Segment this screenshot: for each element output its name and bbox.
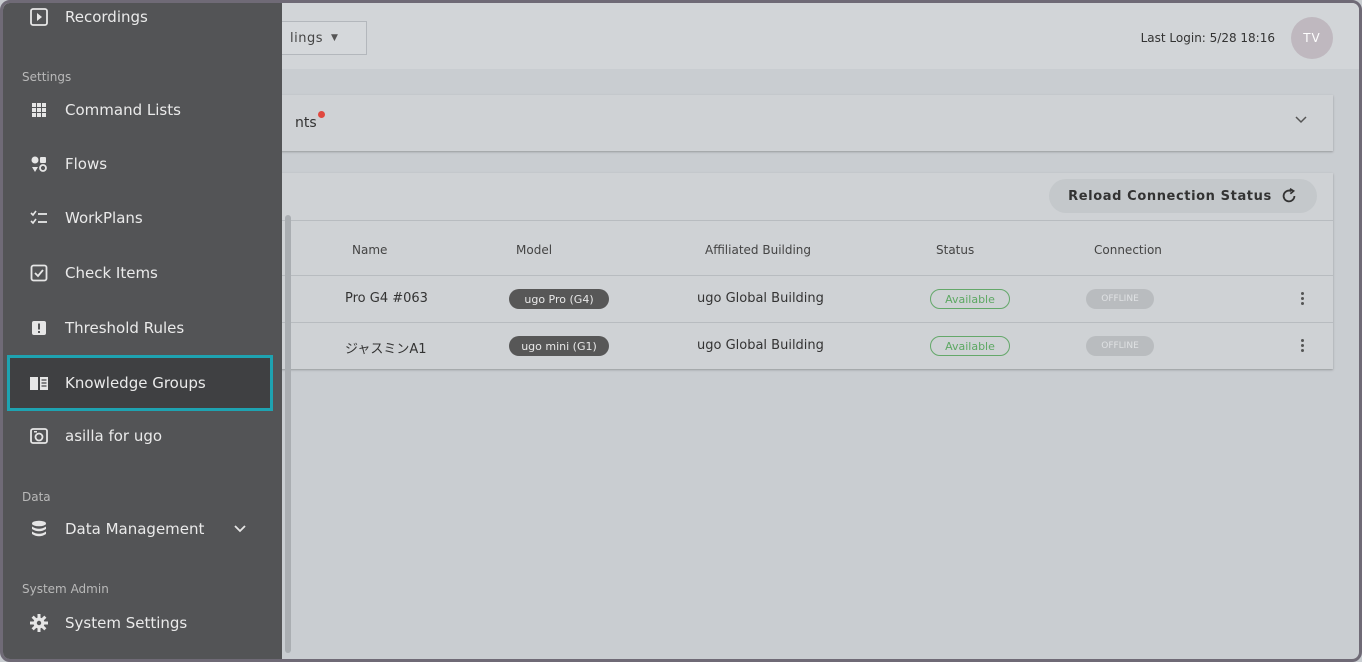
model-badge: ugo Pro (G4): [509, 289, 609, 309]
sidebar-item-flows[interactable]: Flows: [7, 139, 273, 189]
section-settings: Settings: [22, 70, 72, 84]
checkbox-icon: [30, 264, 48, 282]
connection-badge: OFFLINE: [1086, 336, 1154, 356]
book-icon: [30, 377, 48, 390]
sidebar-item-asilla[interactable]: asilla for ugo: [7, 411, 273, 461]
sidebar-item-workplans[interactable]: WorkPlans: [7, 193, 273, 243]
sidebar-item-label: Threshold Rules: [65, 319, 185, 337]
refresh-icon: [1282, 188, 1296, 203]
app-window: lings ▼ Last Login: 5/28 18:16 TV nts Re…: [0, 0, 1362, 662]
gear-icon: [30, 614, 48, 632]
chevron-down-icon[interactable]: [234, 522, 247, 536]
flows-icon: [31, 156, 47, 172]
sidebar-item-label: Data Management: [65, 520, 205, 538]
sidebar-item-threshold-rules[interactable]: Threshold Rules: [7, 303, 273, 353]
building-name: ugo Global Building: [697, 291, 824, 306]
database-icon: [32, 520, 46, 537]
notification-dot: [318, 111, 325, 118]
sidebar-scrollbar[interactable]: [285, 215, 291, 653]
caret-down-icon: ▼: [331, 33, 339, 43]
collapsed-panel[interactable]: nts: [279, 95, 1333, 151]
last-login: Last Login: 5/28 18:16: [1140, 31, 1275, 45]
section-data: Data: [22, 490, 51, 504]
section-system-admin: System Admin: [22, 582, 109, 596]
divider: [279, 275, 1333, 276]
sidebar-item-label: Flows: [65, 155, 108, 173]
sidebar-item-label: WorkPlans: [65, 209, 143, 227]
building-name: ugo Global Building: [697, 338, 824, 353]
sidebar-item-data-management[interactable]: Data Management: [7, 504, 273, 554]
connection-badge: OFFLINE: [1086, 289, 1154, 309]
sidebar-item-command-lists[interactable]: Command Lists: [7, 85, 273, 135]
sidebar-item-check-items[interactable]: Check Items: [7, 248, 273, 298]
sidebar-item-label: Knowledge Groups: [65, 374, 206, 392]
col-header-building: Affiliated Building: [705, 243, 812, 257]
chevron-down-icon[interactable]: [1295, 113, 1307, 128]
sidebar-item-label: System Settings: [65, 614, 188, 632]
col-header-connection: Connection: [1094, 243, 1162, 257]
divider: [279, 322, 1333, 323]
sidebar-item-system-settings[interactable]: System Settings: [7, 598, 273, 648]
reload-label: Reload Connection Status: [1068, 188, 1272, 204]
col-header-name: Name: [352, 243, 388, 257]
alert-icon: [32, 321, 46, 335]
robot-name: ジャスミンA1: [345, 342, 427, 357]
dropdown-label: lings: [290, 30, 323, 46]
sidebar-item-recordings[interactable]: Recordings: [7, 3, 273, 42]
grid-icon: [32, 103, 46, 117]
robot-name: Pro G4 #063: [345, 291, 428, 306]
sidebar-item-label: Check Items: [65, 264, 158, 282]
play-box-icon: [30, 8, 48, 26]
sidebar: Recordings Settings Command Lists Flows: [3, 3, 282, 659]
more-vert-icon[interactable]: [1301, 337, 1305, 354]
robot-list-panel: Reload Connection Status Name Model Affi…: [279, 173, 1333, 369]
checklist-icon: [30, 210, 47, 225]
model-badge: ugo mini (G1): [509, 336, 609, 356]
sidebar-item-label: Command Lists: [65, 101, 181, 119]
building-dropdown[interactable]: lings ▼: [279, 21, 367, 55]
reload-connection-button[interactable]: Reload Connection Status: [1049, 179, 1317, 213]
sidebar-item-label: asilla for ugo: [65, 427, 163, 445]
avatar[interactable]: TV: [1291, 17, 1333, 59]
status-badge: Available: [930, 336, 1010, 356]
status-badge: Available: [930, 289, 1010, 309]
more-vert-icon[interactable]: [1301, 290, 1305, 307]
col-header-model: Model: [516, 243, 553, 257]
divider: [279, 220, 1333, 221]
camera-icon: [30, 428, 48, 444]
col-header-status: Status: [936, 243, 975, 257]
sidebar-item-knowledge-groups[interactable]: Knowledge Groups: [7, 355, 273, 411]
sidebar-item-label: Recordings: [65, 8, 148, 26]
panel-title: nts: [295, 115, 317, 131]
